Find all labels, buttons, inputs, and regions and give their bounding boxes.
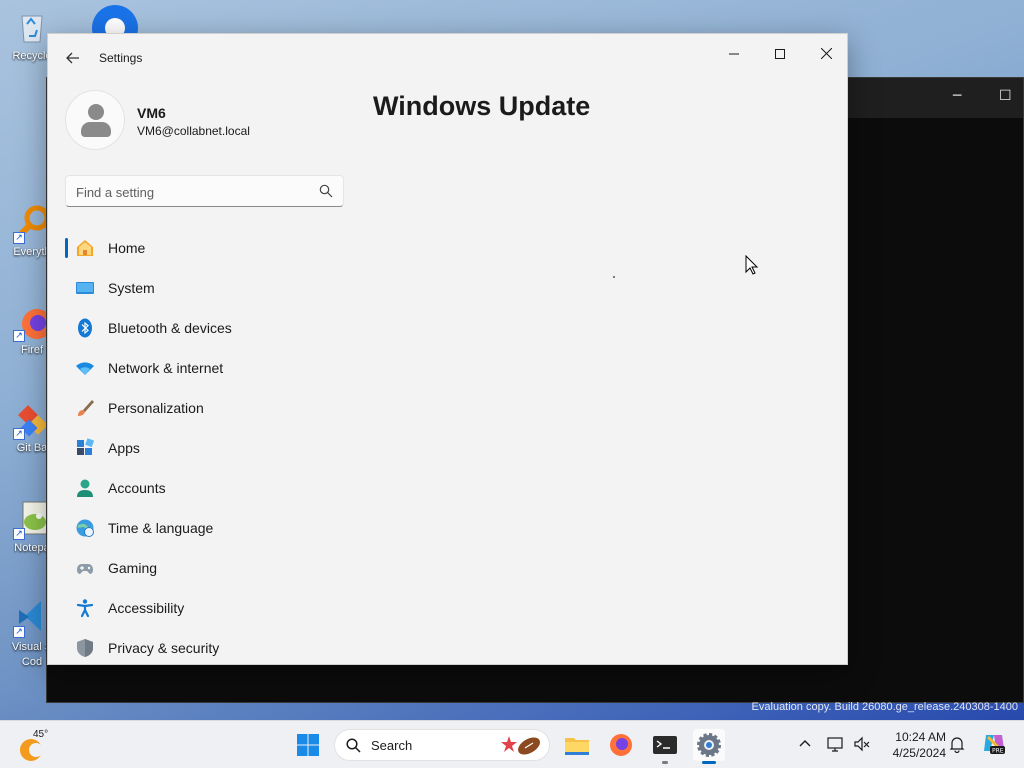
taskbar-search[interactable]: Search [334,729,550,761]
search-input[interactable] [76,182,306,202]
settings-nav: Home System Bluetooth & devices Network … [65,228,344,664]
apps-icon [77,438,95,455]
nav-label: Apps [108,440,140,456]
gear-icon [697,733,721,757]
copilot-button[interactable]: PRE [982,731,1006,757]
close-icon [820,47,832,60]
clock-time: 10:24 AM [895,730,946,744]
taskbar-search-label: Search [371,738,413,753]
accounts-icon [77,479,93,497]
close-button[interactable] [806,40,846,70]
nav-label: System [108,280,155,296]
nav-item-home[interactable]: Home [65,228,344,268]
nav-item-privacy-security[interactable]: Privacy & security [65,628,344,664]
taskbar-clock[interactable]: 10:24 AM 4/25/2024 [880,729,946,761]
clock-date: 4/25/2024 [892,746,946,760]
weather-temperature: 45° [33,729,49,740]
search-icon[interactable] [319,184,333,198]
start-button[interactable] [292,729,324,761]
nav-item-time-language[interactable]: Time & language [65,508,344,548]
maximize-button[interactable] [760,40,800,70]
tray-volume[interactable] [853,735,871,753]
find-setting-search[interactable] [65,175,344,207]
nav-label: Bluetooth & devices [108,320,232,336]
nav-label: Home [108,240,146,256]
nav-label: Privacy & security [108,640,220,656]
show-hidden-icons-button[interactable] [796,735,814,753]
firefox-icon [610,734,632,756]
weather-widget[interactable]: 45° [16,729,66,763]
nav-label: Gaming [108,560,158,576]
nav-label: Accessibility [108,600,185,616]
accessibility-icon [76,599,94,618]
back-arrow-icon[interactable] [62,47,84,69]
taskbar-firefox[interactable] [605,729,637,761]
avatar[interactable] [65,90,125,150]
page-title: Windows Update [373,91,591,121]
avatar-body [81,122,111,137]
windows-logo-icon [297,734,319,756]
nav-item-bluetooth[interactable]: Bluetooth & devices [65,308,344,348]
recycle-bin-icon [13,8,51,46]
minimize-icon[interactable]: ─ [953,88,961,104]
nav-item-apps[interactable]: Apps [65,428,344,468]
svg-text:PRE: PRE [992,748,1004,755]
weather-moon-icon [20,739,43,761]
globe-clock-icon [76,519,94,537]
taskbar-file-explorer[interactable] [561,729,593,761]
minimize-icon [729,53,739,55]
shortcut-arrow-icon: ↗ [13,428,25,440]
running-indicator [662,761,668,764]
nav-item-gaming[interactable]: Gaming [65,548,344,588]
minimize-button[interactable] [714,40,754,70]
nav-item-network[interactable]: Network & internet [65,348,344,388]
nav-label: Personalization [108,400,204,416]
avatar-head [88,104,104,120]
nav-label: Accounts [108,480,166,496]
shortcut-arrow-icon: ↗ [13,626,25,638]
maximize-icon [775,49,785,59]
nav-item-system[interactable]: System [65,268,344,308]
active-indicator [702,761,716,764]
maximize-icon[interactable]: ☐ [999,88,1012,104]
display-icon [827,737,843,752]
loading-indicator [613,276,615,278]
home-icon [77,240,93,256]
search-icon [346,738,361,753]
shield-icon [77,639,93,657]
folder-icon [565,738,589,755]
volume-muted-icon [854,736,870,752]
profile-name: VM6 [137,105,166,121]
nav-item-personalization[interactable]: Personalization [65,388,344,428]
terminal-icon [653,736,677,754]
evaluation-watermark: Evaluation copy. Build 26080.ge_release.… [751,701,1018,713]
notifications-button[interactable] [948,735,966,754]
shortcut-arrow-icon: ↗ [13,232,25,244]
desktop-icon-chrome[interactable] [92,5,138,51]
copilot-pre-icon: PRE [984,735,1005,755]
profile-email: VM6@collabnet.local [137,124,250,138]
system-icon [76,282,94,294]
nav-label: Network & internet [108,360,224,376]
mouse-cursor-icon [745,255,759,275]
shortcut-arrow-icon: ↗ [13,528,25,540]
bluetooth-icon [78,318,92,338]
bell-icon [949,737,965,754]
taskbar-terminal[interactable] [649,729,681,764]
window-title: Settings [99,51,143,65]
shortcut-arrow-icon: ↗ [13,330,25,342]
search-highlight-football-icon [501,736,540,755]
nav-label: Time & language [108,520,214,536]
nav-item-accounts[interactable]: Accounts [65,468,344,508]
brush-icon [78,400,94,416]
tray-display[interactable] [827,735,845,753]
taskbar: 45° Search 10:24 AM 4/25/2024 PRE [0,720,1024,768]
wifi-icon [76,362,94,375]
chevron-up-icon [799,740,811,747]
taskbar-settings[interactable] [693,729,725,764]
settings-window[interactable]: Settings VM6 VM6@collabnet.local Home Sy… [47,33,848,665]
settings-titlebar[interactable]: Settings [48,34,847,82]
gamepad-icon [77,564,93,574]
nav-item-accessibility[interactable]: Accessibility [65,588,344,628]
